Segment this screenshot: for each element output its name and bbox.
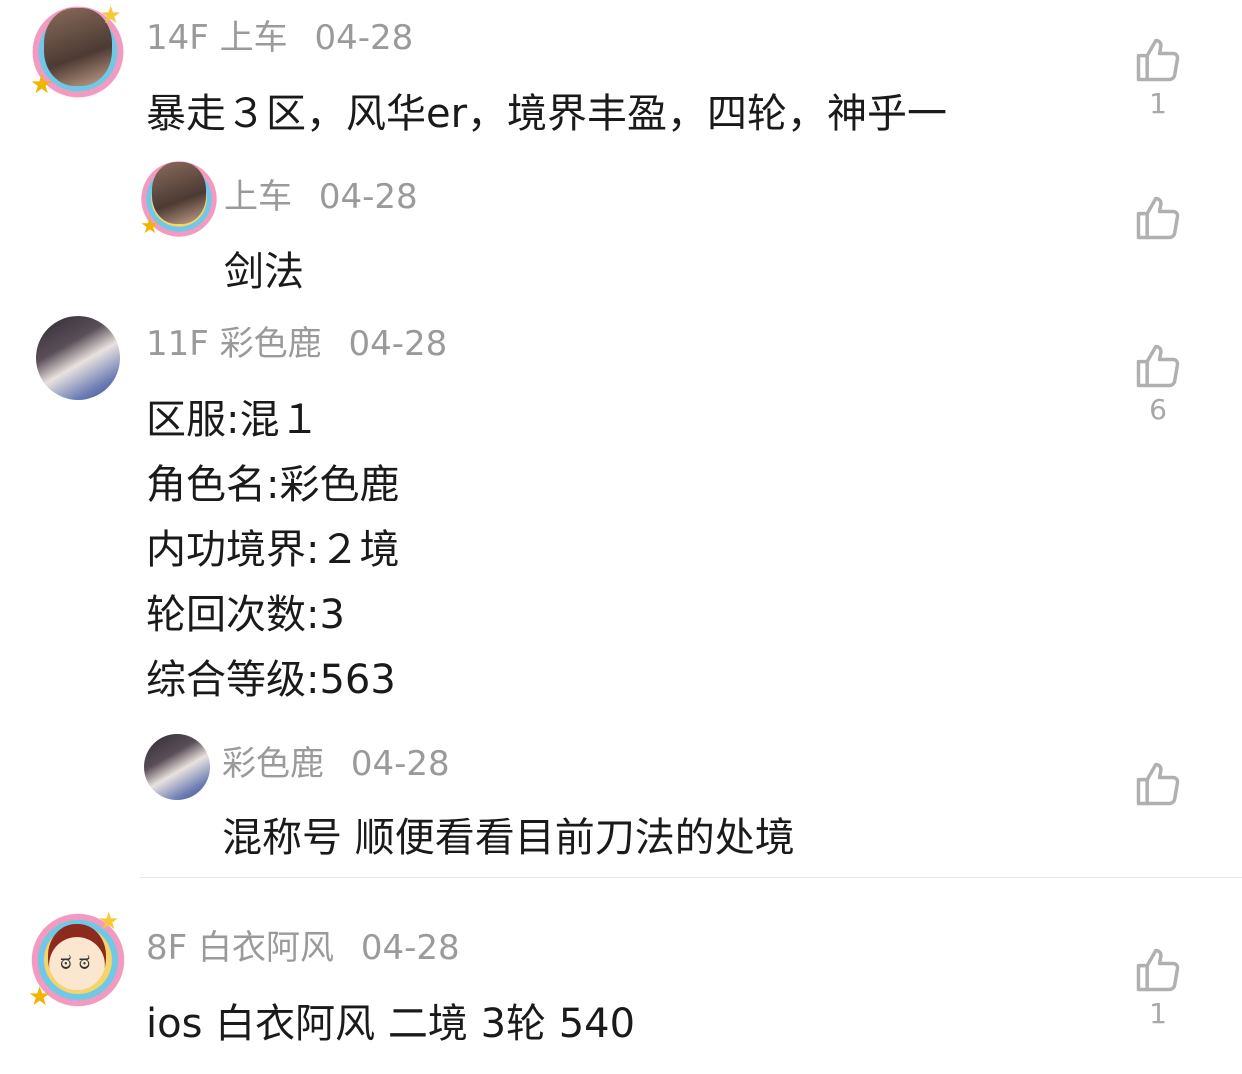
reply-avatar[interactable] <box>152 162 206 224</box>
thumbs-up-icon <box>1136 762 1180 806</box>
reply-like-button[interactable] <box>1128 758 1188 810</box>
like-count: 6 <box>1149 393 1167 426</box>
comment-divider <box>140 877 1242 878</box>
comment-date: 04-28 <box>360 928 460 968</box>
comment-line: 轮回次数:3 <box>146 592 345 638</box>
reply-like-button[interactable] <box>1128 192 1188 244</box>
reply-username[interactable]: 上车 <box>224 177 292 217</box>
avatar[interactable] <box>36 316 120 400</box>
username[interactable]: 上车 <box>220 18 288 58</box>
comment-line: 区服:混１ <box>146 397 320 443</box>
comment-date: 04-28 <box>348 324 448 364</box>
comment-line: 角色名:彩色鹿 <box>146 462 400 508</box>
reply-date: 04-28 <box>350 744 450 784</box>
face-glyph: ಠ ಠ <box>60 950 91 975</box>
reply-avatar[interactable] <box>144 734 210 800</box>
thumbs-up-icon <box>1136 948 1180 992</box>
thumbs-up-icon <box>1136 344 1180 388</box>
like-count: 1 <box>1149 87 1167 120</box>
username[interactable]: 白衣阿风 <box>198 928 334 968</box>
frame-star-decoration: ★ <box>28 982 52 1012</box>
reply-text[interactable]: 剑法 <box>224 248 304 296</box>
frame-star-decoration: ★ <box>30 70 54 100</box>
comment-text[interactable]: 暴走３区，风华er，境界丰盈，四轮，神乎一 <box>146 90 947 138</box>
like-button[interactable]: 1 <box>1128 944 1188 1030</box>
comment-text[interactable]: ios 白衣阿风 二境 3轮 540 <box>146 1000 635 1048</box>
comment-line: 内功境界:２境 <box>146 527 400 573</box>
thumbs-up-icon <box>1136 196 1180 240</box>
reply-meta: 上车 04-28 <box>224 177 418 217</box>
reply-meta: 彩色鹿 04-28 <box>222 744 450 784</box>
floor-number: 11F <box>146 324 209 364</box>
thumbs-up-icon <box>1136 38 1180 82</box>
frame-star-decoration: ★ <box>100 1 122 29</box>
floor-number: 8F <box>146 928 188 968</box>
like-count: 1 <box>1149 997 1167 1030</box>
frame-star-decoration: ★ <box>140 214 160 239</box>
comment-meta: 8F 白衣阿风 04-28 <box>146 928 460 968</box>
comment-meta: 11F 彩色鹿 04-28 <box>146 324 447 364</box>
like-button[interactable]: 1 <box>1128 34 1188 120</box>
username[interactable]: 彩色鹿 <box>220 324 322 364</box>
floor-number: 14F <box>146 18 209 58</box>
reply-date: 04-28 <box>318 177 418 217</box>
comment-meta: 14F 上车 04-28 <box>146 18 413 58</box>
comment-date: 04-28 <box>314 18 414 58</box>
comment-line: 综合等级:563 <box>146 657 396 703</box>
reply-username[interactable]: 彩色鹿 <box>222 744 324 784</box>
frame-star-decoration: ★ <box>98 907 120 935</box>
reply-text[interactable]: 混称号 顺便看看目前刀法的处境 <box>222 814 795 862</box>
like-button[interactable]: 6 <box>1128 340 1188 426</box>
